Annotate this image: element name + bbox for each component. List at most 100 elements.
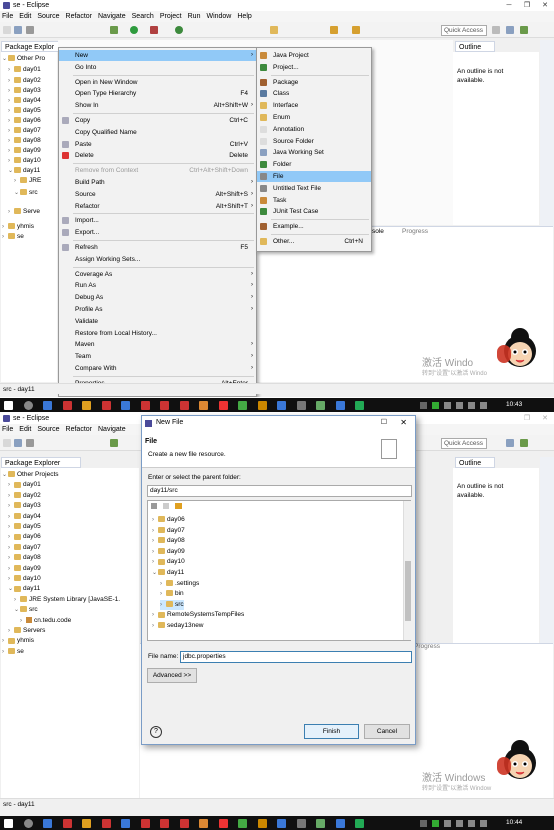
tree-item[interactable]: › JRE System Library [JavaSE-1.: [14, 595, 120, 605]
tree-item[interactable]: › cn.tedu.code: [20, 616, 71, 626]
advanced-button[interactable]: Advanced >>: [147, 668, 197, 683]
tree-item[interactable]: › day08: [8, 553, 41, 563]
close-button[interactable]: ✕: [536, 0, 554, 11]
taskbar-app-icon[interactable]: [238, 819, 247, 828]
print-icon[interactable]: [26, 26, 34, 34]
taskbar-app-icon[interactable]: [296, 401, 306, 410]
tray-icon[interactable]: [444, 820, 451, 827]
close-button[interactable]: ✕: [400, 416, 407, 430]
tree-item[interactable]: › Servers: [8, 626, 45, 636]
quick-access-input[interactable]: Quick Access: [441, 438, 487, 449]
outline-tab[interactable]: Outline: [455, 41, 495, 52]
taskbar-app-icon[interactable]: [101, 401, 111, 410]
tree-item[interactable]: › day01: [8, 65, 41, 75]
taskbar-app-icon[interactable]: [257, 401, 267, 410]
taskbar-app-icon[interactable]: [43, 819, 52, 828]
menu-navigate[interactable]: Navigate: [98, 13, 126, 20]
tree-item[interactable]: ⌄ src: [14, 188, 38, 198]
taskbar-app-icon[interactable]: [257, 819, 267, 828]
tree-item[interactable]: ⌄ Other Projects: [2, 470, 59, 480]
tree-item[interactable]: › day01: [8, 480, 41, 490]
menu-item-restore-from-local-history[interactable]: Restore from Local History...: [59, 328, 256, 339]
forward-icon[interactable]: [352, 26, 360, 34]
folder-tree-item[interactable]: › seday13new: [152, 621, 204, 631]
tree-item[interactable]: › day05: [8, 522, 41, 532]
taskbar-app-icon[interactable]: [121, 819, 130, 828]
taskbar-app-icon[interactable]: [62, 401, 72, 410]
tree-item[interactable]: › se: [2, 647, 24, 657]
debug-icon[interactable]: [110, 26, 118, 34]
menu-item-source[interactable]: Source Alt+Shift+S ›: [59, 189, 256, 200]
tray-icon[interactable]: [420, 820, 427, 827]
taskbar-app-icon[interactable]: [218, 401, 228, 410]
tray-icon[interactable]: [468, 820, 475, 827]
taskbar-app-icon[interactable]: [160, 401, 169, 410]
taskbar-app-icon[interactable]: [335, 819, 345, 828]
package-explorer-tab[interactable]: Package Explor: [1, 41, 61, 52]
menu-item-project[interactable]: Project...: [257, 62, 371, 73]
menu-search[interactable]: Search: [132, 13, 154, 20]
tray-icon[interactable]: [456, 402, 463, 409]
menu-item-new[interactable]: New ›: [59, 50, 256, 61]
menu-item-example[interactable]: Example...: [257, 221, 371, 232]
taskbar-app-icon[interactable]: [101, 819, 111, 828]
tree-item[interactable]: › day07: [8, 126, 41, 136]
menu-item-delete[interactable]: Delete Delete: [59, 150, 256, 161]
taskbar-app-icon[interactable]: [140, 401, 150, 410]
tray-icon[interactable]: [432, 820, 439, 827]
menu-file[interactable]: File: [2, 426, 13, 433]
taskbar-app-icon[interactable]: [316, 401, 325, 410]
taskbar-app-icon[interactable]: [199, 819, 208, 828]
menu-item-copy[interactable]: Copy Ctrl+C: [59, 115, 256, 126]
taskbar-app-icon[interactable]: [277, 819, 286, 828]
taskbar-app-icon[interactable]: [277, 401, 286, 410]
menu-item-refactor[interactable]: Refactor Alt+Shift+T ›: [59, 201, 256, 212]
tree-item[interactable]: › Serve: [8, 207, 40, 217]
menu-item-compare-with[interactable]: Compare With ›: [59, 363, 256, 374]
new-icon[interactable]: [3, 439, 11, 447]
cancel-button[interactable]: Cancel: [364, 724, 410, 739]
taskbar-app-icon[interactable]: [335, 401, 345, 410]
progress-tab[interactable]: Progress: [414, 643, 440, 650]
menu-refactor[interactable]: Refactor: [66, 426, 92, 433]
menu-project[interactable]: Project: [160, 13, 182, 20]
menu-item-annotation[interactable]: Annotation: [257, 124, 371, 135]
taskbar-app-icon[interactable]: [355, 401, 364, 410]
menu-item-show-in[interactable]: Show In Alt+Shift+W ›: [59, 100, 256, 111]
new-java-class-icon[interactable]: [175, 26, 183, 34]
taskbar-app-icon[interactable]: [140, 819, 150, 828]
tree-item[interactable]: › day02: [8, 76, 41, 86]
tree-item[interactable]: › day02: [8, 491, 41, 501]
menu-item-assign-working-sets[interactable]: Assign Working Sets...: [59, 254, 256, 265]
taskbar-app-icon[interactable]: [179, 819, 189, 828]
tray-icon[interactable]: [480, 820, 487, 827]
taskbar-app-icon[interactable]: [238, 401, 247, 410]
tree-item[interactable]: › day06: [8, 116, 41, 126]
menu-run[interactable]: Run: [188, 13, 201, 20]
menu-item-maven[interactable]: Maven ›: [59, 339, 256, 350]
menu-help[interactable]: Help: [237, 13, 251, 20]
file-name-input[interactable]: jdbc.properties: [180, 651, 412, 663]
menu-item-export[interactable]: Export...: [59, 227, 256, 238]
menu-edit[interactable]: Edit: [19, 426, 31, 433]
menu-item-profile-as[interactable]: Profile As ›: [59, 304, 256, 315]
menu-item-task[interactable]: Task: [257, 195, 371, 206]
tree-item[interactable]: ⌄ day11: [8, 166, 40, 176]
back-icon[interactable]: [330, 26, 338, 34]
print-icon[interactable]: [26, 439, 34, 447]
taskbar-app-icon[interactable]: [296, 819, 306, 828]
menu-item-team[interactable]: Team ›: [59, 351, 256, 362]
tree-item[interactable]: › day03: [8, 86, 41, 96]
taskbar-app-icon[interactable]: [82, 819, 91, 828]
back-icon[interactable]: [163, 503, 169, 509]
home-icon[interactable]: [151, 503, 157, 509]
tray-icon[interactable]: [480, 402, 487, 409]
menu-item-open-in-new-window[interactable]: Open in New Window: [59, 77, 256, 88]
taskbar-app-icon[interactable]: [160, 819, 169, 828]
tree-item[interactable]: › day03: [8, 501, 41, 511]
menu-file[interactable]: File: [2, 13, 13, 20]
tree-item[interactable]: ⌄ Other Pro: [2, 54, 45, 64]
menu-item-untitled-text-file[interactable]: Untitled Text File: [257, 183, 371, 194]
menu-item-folder[interactable]: Folder: [257, 159, 371, 170]
save-icon[interactable]: [14, 439, 22, 447]
